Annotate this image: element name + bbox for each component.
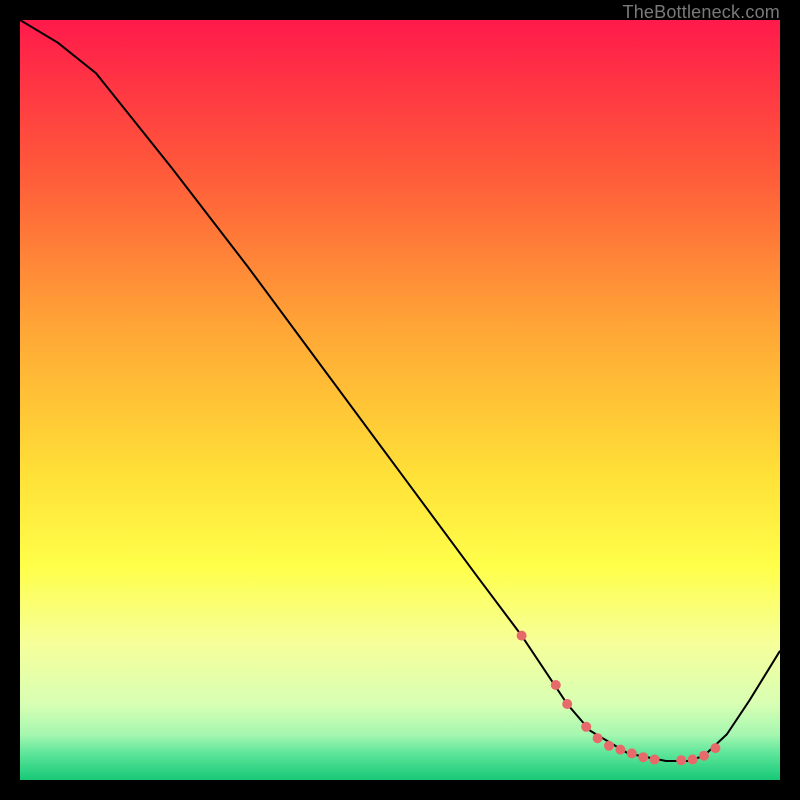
- marker-point: [615, 745, 625, 755]
- marker-point: [688, 755, 698, 765]
- gradient-background: [20, 20, 780, 780]
- chart-svg: [20, 20, 780, 780]
- marker-point: [517, 631, 527, 641]
- chart-frame: TheBottleneck.com: [0, 0, 800, 800]
- marker-point: [593, 733, 603, 743]
- marker-point: [581, 722, 591, 732]
- marker-point: [650, 755, 660, 765]
- marker-point: [627, 748, 637, 758]
- marker-point: [551, 680, 561, 690]
- marker-point: [699, 751, 709, 761]
- plot-area: [20, 20, 780, 780]
- marker-point: [604, 741, 614, 751]
- marker-point: [638, 752, 648, 762]
- marker-point: [710, 743, 720, 753]
- marker-point: [676, 755, 686, 765]
- marker-point: [562, 699, 572, 709]
